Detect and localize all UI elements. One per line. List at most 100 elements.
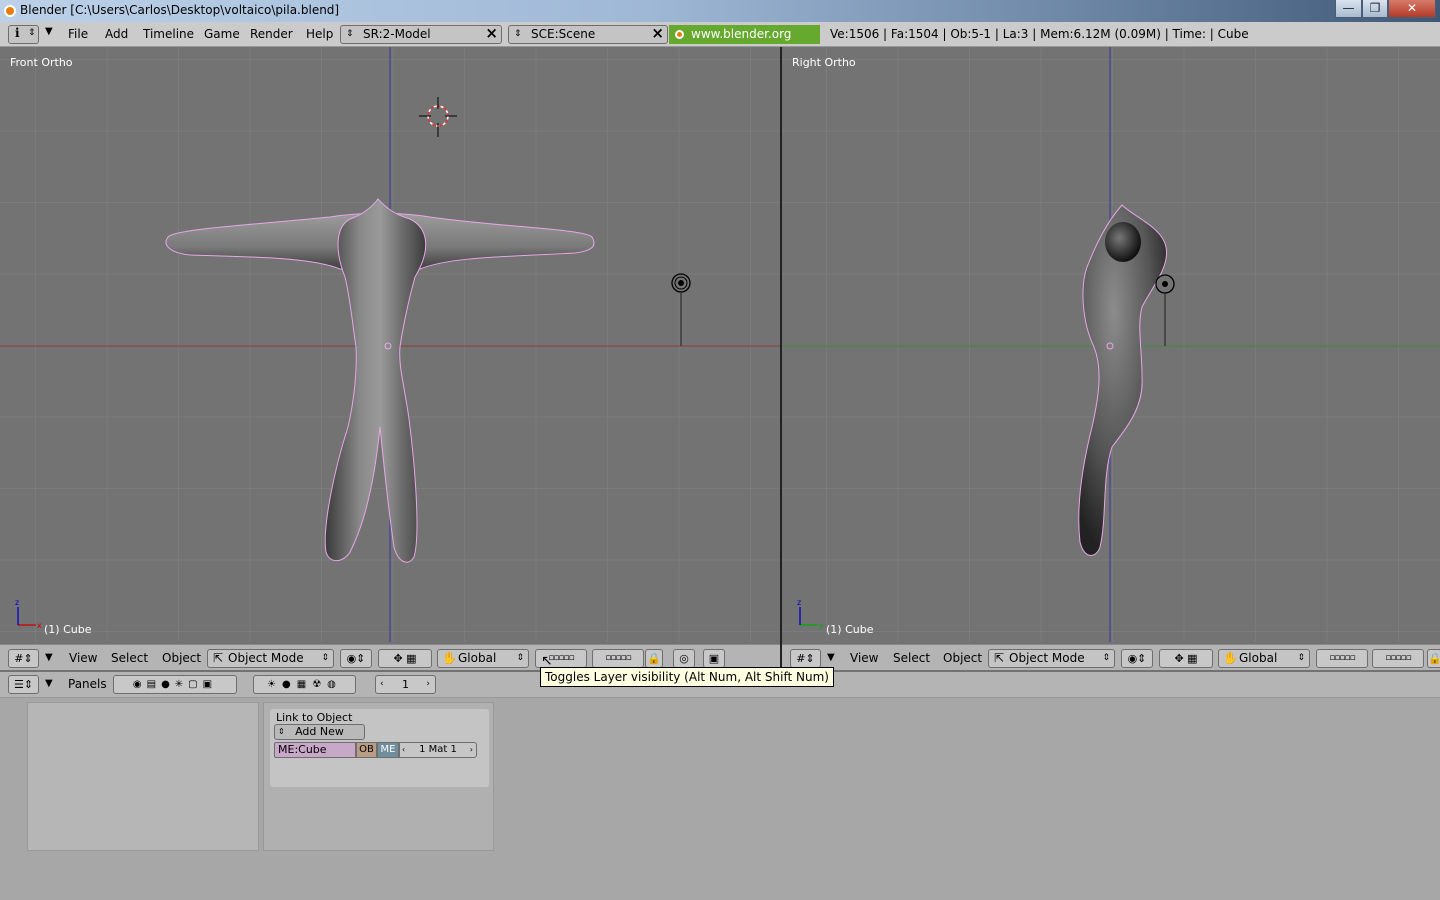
blender-url[interactable]: www.blender.org 249.2 [669,25,820,60]
layer-buttons-1[interactable]: ▫▫▫▫▫ [1316,649,1368,668]
menu-select[interactable]: Select [111,648,148,668]
hand-icon: ✋ [442,651,457,665]
svg-text:x: x [37,621,42,630]
menu-select[interactable]: Select [893,648,930,668]
link-panel-area: Link to Object ⇕ Add New ME:Cube OB ME ‹… [263,702,494,851]
3d-view-header-right: #⇕ ▼ View Select Object ⇱ Object Mode ⇕ … [782,644,1440,670]
menu-add[interactable]: Add [105,27,128,41]
menu-object[interactable]: Object [943,648,982,668]
menu-object[interactable]: Object [162,648,201,668]
3d-viewport-front[interactable]: z x Front Ortho (1) Cube [0,47,780,642]
updown-icon: ⇕ [514,29,522,39]
layer-buttons-2[interactable]: ▫▫▫▫▫ [1372,649,1424,668]
arrow-left-icon: ‹ [380,679,384,689]
object-mode-icon: ⇱ [994,651,1005,665]
blender-logo-icon [4,5,16,17]
screen-selector[interactable]: ⇕ SR:2-Model × [340,25,502,44]
svg-text:z: z [15,598,19,607]
screen-name: SR:2-Model [363,27,431,41]
axis-widget: z y [797,598,824,630]
3d-viewport-right[interactable]: z y Right Ortho (1) Cube [782,47,1440,642]
updown-icon: ⇕ [516,653,524,663]
link-to-object-panel: Link to Object ⇕ Add New ME:Cube OB ME ‹… [270,709,489,787]
shading-context-buttons[interactable]: ☀●▦☢◍ [253,675,356,694]
image-icon: ▣ [708,652,720,665]
orientation-value: Global [458,651,497,665]
3d-cursor [419,97,457,137]
draw-type-button[interactable]: ◉⇕ [1121,649,1153,668]
title-bar: Blender [C:\Users\Carlos\Desktop\voltaic… [0,0,1440,22]
close-button[interactable]: ✕ [1388,0,1436,18]
pivot-buttons[interactable]: ✥ ▦ [1159,649,1213,668]
editor-type-button[interactable]: #⇕ [8,649,39,668]
lock-layers-button[interactable]: 🔒 [645,649,663,668]
mode-value: Object Mode [1009,651,1085,665]
menu-game[interactable]: Game [204,27,240,41]
blender-logo-icon [675,30,684,39]
updown-icon: ⇕ [1102,653,1110,663]
collapse-menu-icon[interactable]: ▼ [45,674,53,694]
empty-panel [27,702,259,851]
buttons-window: Link to Object ⇕ Add New ME:Cube OB ME ‹… [0,672,1440,900]
window-title: Blender [C:\Users\Carlos\Desktop\voltaic… [20,3,340,17]
updown-icon: ⇕ [346,29,354,39]
editor-type-button[interactable]: #⇕ [790,649,821,668]
add-new-label: Add New [295,725,344,738]
hand-icon: ✋ [1223,651,1238,665]
scene-stats: Ve:1506 | Fa:1504 | Ob:5-1 | La:3 | Mem:… [830,27,1249,41]
mesh-name-field[interactable]: ME:Cube [274,742,356,758]
panels-menu[interactable]: Panels [68,674,107,694]
buttons-window-icon: ☰⇕ [13,678,34,691]
updown-icon: ⇕ [278,727,285,736]
menu-render[interactable]: Render [250,27,293,41]
add-new-button[interactable]: ⇕ Add New [274,724,365,740]
menu-help[interactable]: Help [306,27,333,41]
frame-field[interactable]: ‹ 1 › [375,675,436,694]
scene-name: SCE:Scene [531,27,596,41]
scene-selector[interactable]: ⇕ SCE:Scene × [508,25,668,44]
render-preview-button[interactable]: ◎ [673,649,695,668]
panel-title: Link to Object [276,711,353,724]
mode-dropdown[interactable]: ⇱ Object Mode ⇕ [988,649,1115,668]
menu-view[interactable]: View [69,648,97,668]
minimize-button[interactable]: — [1335,0,1362,18]
updown-icon: ⇕ [321,653,329,663]
restore-button[interactable]: ❐ [1362,0,1388,18]
editor-type-button[interactable]: i ⇕ [8,25,39,44]
svg-text:y: y [819,621,824,630]
collapse-menu-icon[interactable]: ▼ [45,648,53,668]
lock-layers-button[interactable]: 🔒 [1427,649,1440,668]
orientation-dropdown[interactable]: ✋ Global ⇕ [437,649,529,668]
orientation-dropdown[interactable]: ✋ Global ⇕ [1218,649,1310,668]
lamp-object [671,273,691,346]
viewport-label: Front Ortho [10,56,73,69]
editor-type-button[interactable]: ☰⇕ [8,675,39,694]
layer-buttons-2[interactable]: ▫▫▫▫▫ [592,649,644,668]
link-me-button[interactable]: ME [377,742,399,758]
pivot-icon: ✥ ▦ [393,652,417,665]
pivot-buttons[interactable]: ✥ ▦ [378,649,432,668]
mode-dropdown[interactable]: ⇱ Object Mode ⇕ [207,649,334,668]
draw-type-button[interactable]: ◉⇕ [340,649,372,668]
mesh-body [324,198,427,563]
pivot-icon: ✥ ▦ [1174,652,1198,665]
collapse-menu-icon[interactable]: ▼ [827,648,835,668]
menu-view[interactable]: View [850,648,878,668]
lamp-object [1155,274,1175,346]
grid-icon: #⇕ [14,652,33,665]
arrow-left-icon: ‹ [402,745,406,754]
menu-timeline[interactable]: Timeline [143,27,194,41]
active-object-label: (1) Cube [44,623,92,636]
viewport-canvas: z y [782,47,1440,642]
info-icon: i [15,26,20,40]
delete-scene-icon[interactable]: × [651,25,664,42]
mesh-head-shading [1105,222,1141,262]
delete-screen-icon[interactable]: × [485,25,498,42]
collapse-menu-icon[interactable]: ▼ [45,26,53,37]
menu-file[interactable]: File [68,27,88,41]
link-ob-button[interactable]: OB [356,742,377,758]
screenshot-button[interactable]: ▣ [703,649,725,668]
updown-icon: ⇕ [28,28,36,38]
context-buttons[interactable]: ◉▤●✳▢▣ [113,675,237,694]
material-index-field[interactable]: ‹ 1 Mat 1 › [399,742,477,758]
